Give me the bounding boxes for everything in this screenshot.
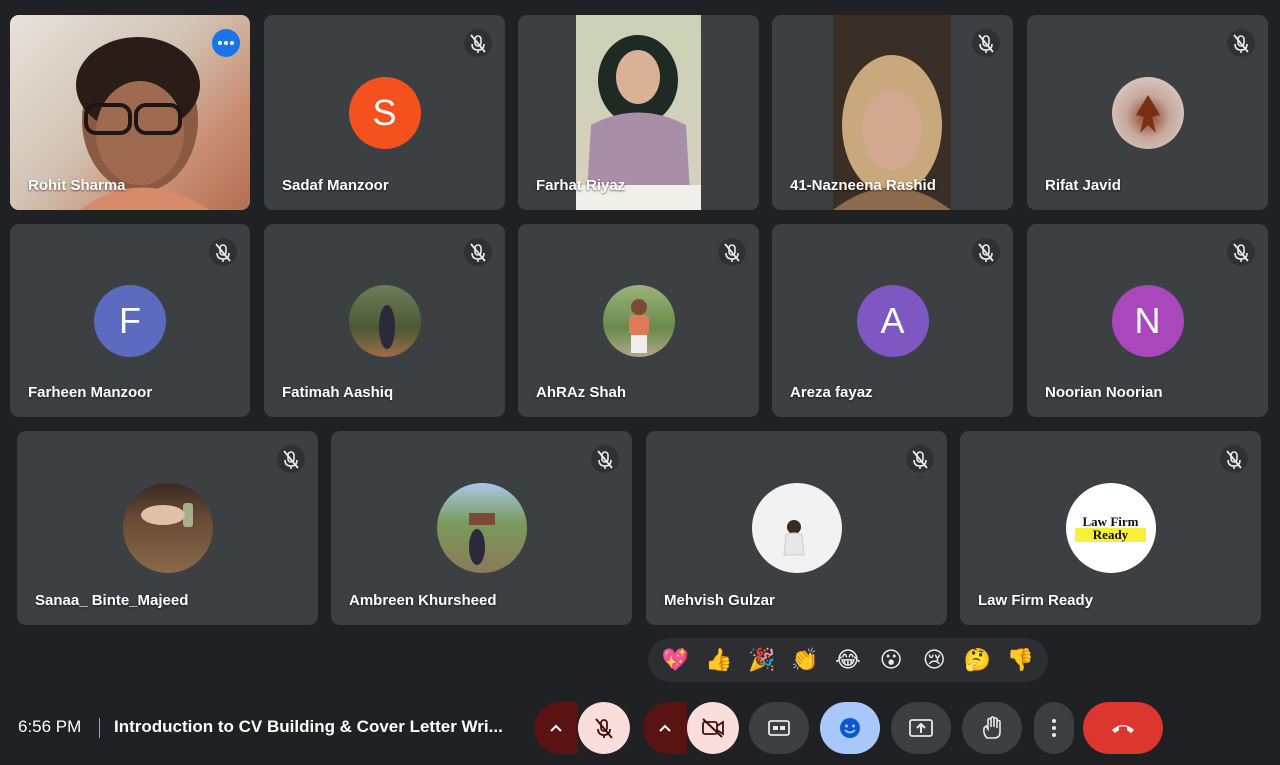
mic-off-icon (591, 445, 619, 473)
mic-off-icon (1227, 238, 1255, 266)
reaction-clapping[interactable]: 👏 (787, 642, 823, 678)
mic-off-icon (464, 29, 492, 57)
mic-control (534, 702, 630, 754)
reaction-sparkling-heart[interactable]: 💖 (658, 642, 694, 678)
participant-name: Farhat Riyaz (536, 177, 626, 194)
more-options-button[interactable] (1034, 702, 1074, 754)
avatar: S (348, 76, 421, 149)
bottom-toolbar: 6:56 PM Introduction to CV Building & Co… (0, 690, 1280, 765)
mic-off-icon (972, 29, 1000, 57)
reaction-surprised[interactable]: 😮 (873, 642, 909, 678)
participant-name: Noorian Noorian (1045, 384, 1163, 401)
participant-tile-rohit-sharma[interactable]: Rohit Sharma (10, 15, 250, 210)
reaction-thumbs-up[interactable]: 👍 (701, 642, 737, 678)
participant-name: 41-Nazneena Rashid (790, 177, 936, 194)
avatar (122, 483, 213, 573)
mic-off-icon (718, 238, 746, 266)
closed-caption-icon (768, 720, 790, 736)
call-end-icon (1112, 725, 1134, 733)
mic-off-icon (277, 445, 305, 473)
mic-off-icon (209, 238, 237, 266)
participant-name: Fatimah Aashiq (282, 384, 394, 401)
participant-name: Farheen Manzoor (28, 384, 153, 401)
mic-off-icon (1220, 445, 1248, 473)
present-screen-icon (909, 719, 933, 737)
participant-tile-farheen-manzoor[interactable]: F Farheen Manzoor (10, 224, 250, 417)
participant-tile-noorian-noorian[interactable]: N Noorian Noorian (1027, 224, 1268, 417)
participant-tile-nazneena-rashid[interactable]: 41-Nazneena Rashid (772, 15, 1013, 210)
videocam-off-icon (702, 718, 724, 738)
divider (99, 718, 100, 738)
camera-off-button[interactable] (687, 702, 739, 754)
participant-name: Areza fayaz (790, 384, 873, 401)
participant-tile-farhat-riyaz[interactable]: Farhat Riyaz (518, 15, 759, 210)
mic-off-icon (906, 445, 934, 473)
camera-control (643, 702, 739, 754)
avatar (436, 483, 527, 573)
mic-off-icon (1227, 29, 1255, 57)
avatar: A (856, 284, 929, 357)
meeting-title: Introduction to CV Building & Cover Lett… (114, 717, 503, 736)
reaction-party-popper[interactable]: 🎉 (744, 642, 780, 678)
chevron-up-icon[interactable] (643, 702, 687, 754)
avatar: N (1111, 284, 1184, 357)
reaction-thumbs-down[interactable]: 👎 (1002, 642, 1038, 678)
reactions-button[interactable] (820, 702, 880, 754)
participant-tile-ahraz-shah[interactable]: AhRAz Shah (518, 224, 759, 417)
logo-text-line2: Ready (1074, 527, 1147, 542)
participant-tile-areza-fayaz[interactable]: A Areza fayaz (772, 224, 1013, 417)
participant-tile-fatimah-aashiq[interactable]: Fatimah Aashiq (264, 224, 505, 417)
avatar: F (94, 284, 166, 357)
mic-off-icon (972, 238, 1000, 266)
avatar (602, 284, 675, 357)
participant-name: Rohit Sharma (28, 177, 126, 194)
reactions-bar: 💖 👍 🎉 👏 😂 😮 😢 🤔 👎 (648, 638, 1048, 682)
reaction-crying[interactable]: 😢 (916, 642, 952, 678)
emoji-icon (840, 718, 860, 738)
leave-call-button[interactable] (1083, 702, 1163, 754)
participant-name: Rifat Javid (1045, 177, 1121, 194)
participant-tile-mehvish-gulzar[interactable]: Mehvish Gulzar (646, 431, 947, 625)
participant-tile-law-firm-ready[interactable]: Law Firm Ready Law Firm Ready (960, 431, 1261, 625)
avatar (751, 483, 842, 573)
captions-button[interactable] (749, 702, 809, 754)
participant-tile-sanaa-binte-majeed[interactable]: Sanaa_ Binte_Majeed (17, 431, 318, 625)
participant-name: Mehvish Gulzar (664, 592, 775, 609)
mic-off-button[interactable] (578, 702, 630, 754)
reaction-thinking[interactable]: 🤔 (959, 642, 995, 678)
reaction-joy[interactable]: 😂 (830, 642, 866, 678)
participant-tile-rifat-javid[interactable]: Rifat Javid (1027, 15, 1268, 210)
mic-off-icon (464, 238, 492, 266)
mic-off-icon (595, 718, 613, 739)
avatar: Law Firm Ready (1065, 483, 1156, 573)
raise-hand-button[interactable] (962, 702, 1022, 754)
avatar (348, 284, 421, 357)
participant-name: Sadaf Manzoor (282, 177, 389, 194)
participant-tile-sadaf-manzoor[interactable]: S Sadaf Manzoor (264, 15, 505, 210)
raise-hand-icon (983, 716, 1001, 739)
meeting-clock: 6:56 PM (18, 717, 82, 736)
more-options-icon[interactable] (212, 29, 240, 57)
chevron-up-icon[interactable] (534, 702, 578, 754)
participant-name: Law Firm Ready (978, 592, 1094, 609)
participant-tile-ambreen-khursheed[interactable]: Ambreen Khursheed (331, 431, 632, 625)
present-button[interactable] (891, 702, 951, 754)
logo-text-line1: Law Firm (1082, 513, 1139, 529)
participant-name: Ambreen Khursheed (349, 592, 497, 609)
participant-name: Sanaa_ Binte_Majeed (35, 592, 189, 609)
avatar (1111, 76, 1184, 149)
more-vert-icon (1052, 719, 1056, 737)
participant-name: AhRAz Shah (536, 384, 626, 401)
